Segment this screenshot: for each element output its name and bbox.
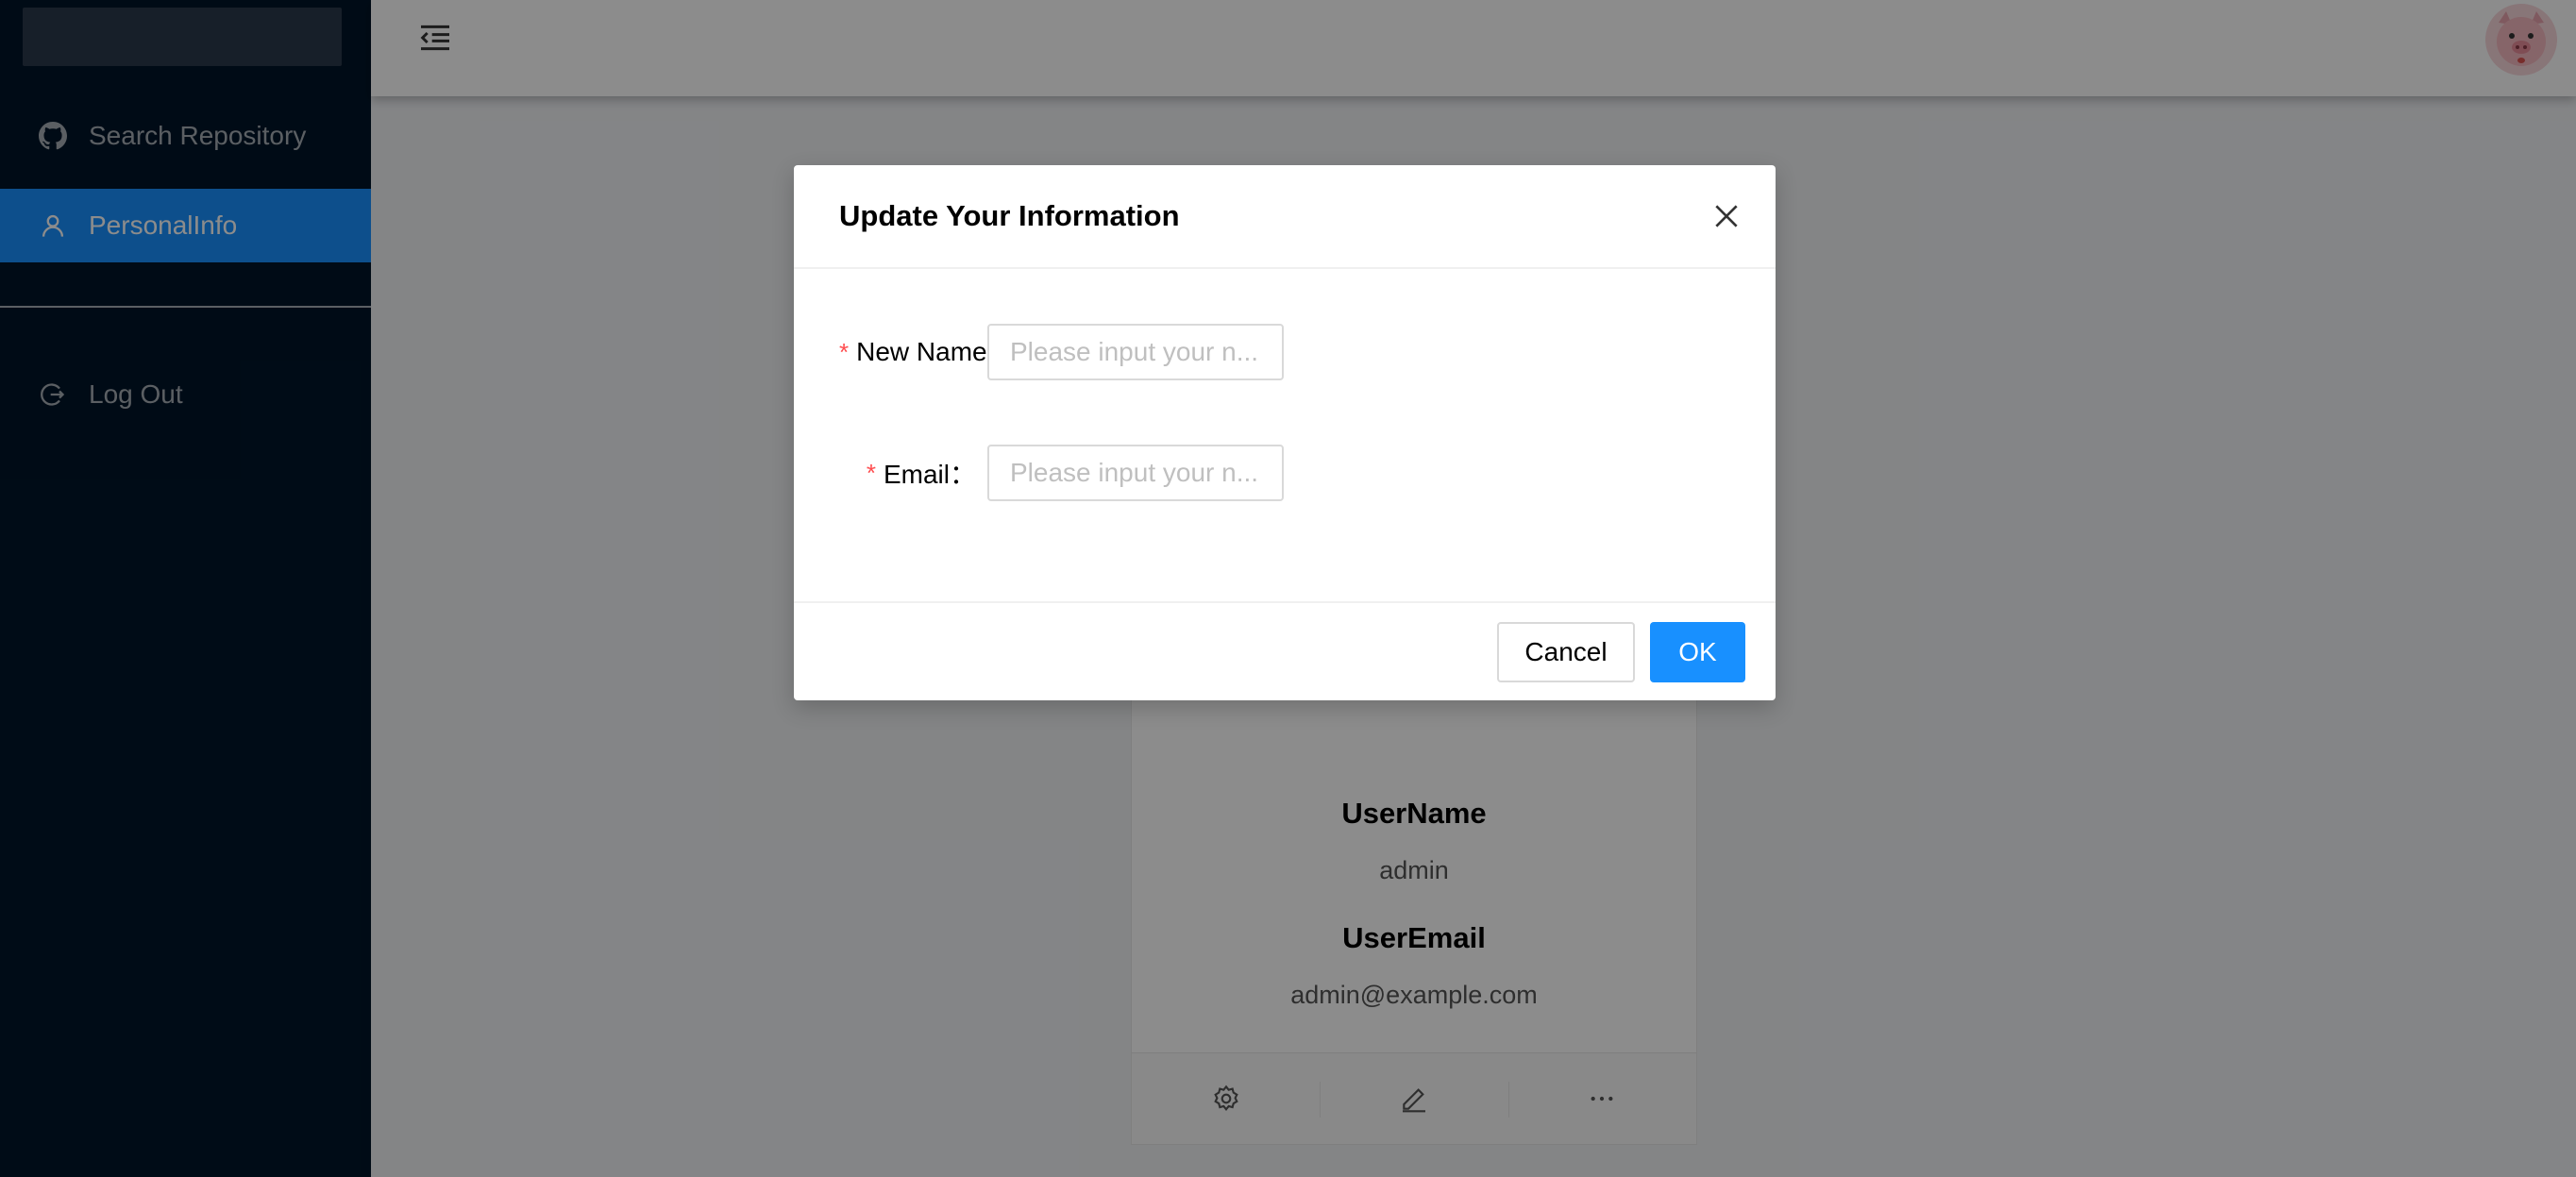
update-info-modal: Update Your Information * New Name * Ema… <box>794 165 1776 700</box>
new-name-label: * New Name <box>839 337 987 366</box>
cancel-button[interactable]: Cancel <box>1497 622 1635 682</box>
modal-footer: Cancel OK <box>794 601 1776 702</box>
close-icon[interactable] <box>1711 201 1742 231</box>
email-label: * Email： <box>866 458 976 490</box>
email-form-item: * Email： <box>794 443 976 503</box>
ok-button[interactable]: OK <box>1650 622 1745 682</box>
new-name-input[interactable] <box>987 324 1284 380</box>
email-input[interactable] <box>987 445 1284 501</box>
new-name-form-item: * New Name <box>794 322 987 382</box>
modal-title: Update Your Information <box>839 199 1180 232</box>
required-mark: * <box>839 337 850 366</box>
required-mark: * <box>866 458 876 487</box>
modal-header: Update Your Information <box>794 165 1776 269</box>
